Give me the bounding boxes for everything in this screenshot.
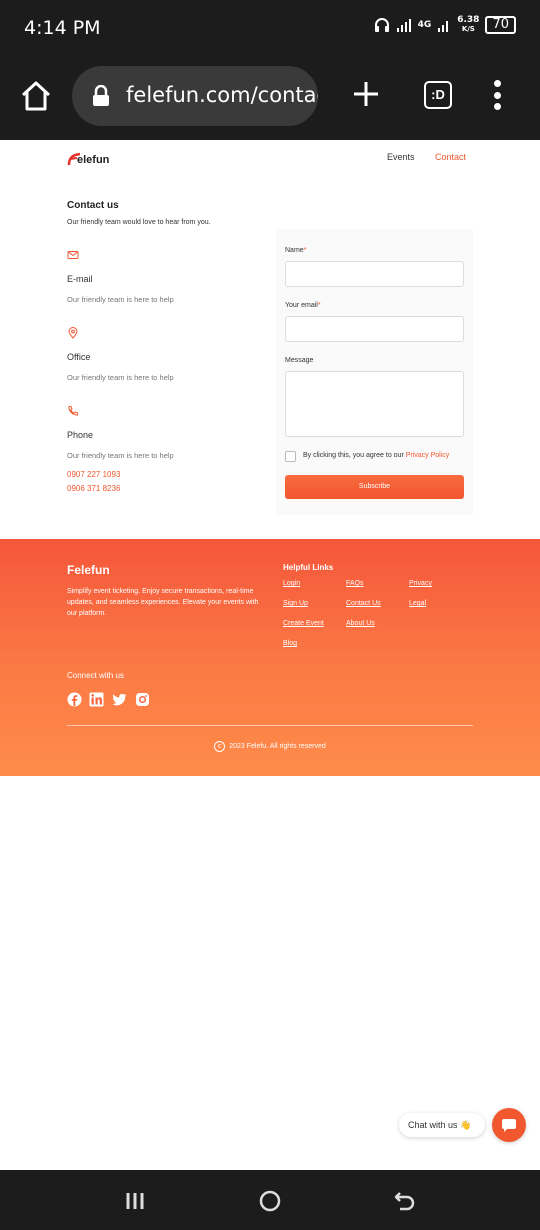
connect-title: Connect with us — [67, 671, 124, 680]
new-tab-icon[interactable] — [352, 80, 380, 108]
twitter-icon[interactable] — [112, 692, 127, 707]
office-title: Office — [67, 352, 91, 362]
lock-icon — [93, 85, 109, 106]
phone-icon — [68, 406, 78, 416]
phone-number-2[interactable]: 0906 371 8236 — [67, 484, 120, 493]
overflow-menu-icon[interactable] — [494, 80, 502, 110]
email-desc: Our friendly team is here to help — [67, 295, 174, 304]
footer-link-login[interactable]: Login — [283, 580, 300, 587]
footer-links-title: Helpful Links — [283, 563, 334, 572]
url-text: felefun.com/contac — [126, 83, 318, 107]
contact-title: Contact us — [67, 200, 119, 211]
email-label: Your email* — [285, 302, 321, 309]
tab-switcher-button[interactable]: :D — [424, 81, 452, 109]
message-textarea[interactable] — [285, 371, 464, 437]
footer-link-signup[interactable]: Sign Up — [283, 600, 308, 607]
status-time: 4:14 PM — [24, 17, 101, 39]
name-label: Name* — [285, 247, 307, 254]
footer-brand: Felefun — [67, 563, 110, 577]
battery-indicator: 70 — [485, 16, 516, 34]
network-type: 4G — [417, 19, 432, 30]
agree-text: By clicking this, you agree to our Priva… — [303, 452, 450, 459]
subscribe-button[interactable]: Subscribe — [285, 475, 464, 499]
email-input[interactable] — [285, 316, 464, 342]
home-nav-icon[interactable] — [257, 1188, 283, 1214]
footer-link-legal[interactable]: Legal — [409, 600, 426, 607]
status-icons: 4G 6.38 K/S 70 — [374, 16, 516, 34]
footer-divider — [67, 725, 473, 726]
name-input[interactable] — [285, 261, 464, 287]
instagram-icon[interactable] — [135, 692, 150, 707]
chat-label[interactable]: Chat with us 👋 — [399, 1113, 485, 1137]
copyright-icon: c — [214, 741, 226, 752]
phone-desc: Our friendly team is here to help — [67, 451, 174, 460]
footer-link-contact-us[interactable]: Contact Us — [346, 600, 381, 607]
signal-icon-2 — [438, 21, 449, 32]
phone-title: Phone — [67, 430, 94, 440]
footer-description: Simplify event ticketing. Enjoy secure t… — [67, 588, 259, 617]
home-icon[interactable] — [18, 78, 54, 114]
felefun-logo[interactable]: elefun — [67, 148, 109, 166]
chat-bubble-icon — [502, 1119, 516, 1132]
privacy-policy-link[interactable]: Privacy Policy — [406, 452, 450, 459]
status-bar: 4:14 PM 4G 6.38 K/S 70 — [0, 0, 540, 54]
phone-number-1[interactable]: 0907 227 1093 — [67, 470, 120, 479]
signal-icon — [396, 19, 411, 32]
footer-link-blog[interactable]: Blog — [283, 640, 297, 647]
footer-link-faqs[interactable]: FAQs — [346, 580, 364, 587]
system-nav-bar — [0, 1170, 540, 1230]
agree-checkbox[interactable] — [285, 451, 296, 462]
nav-contact-link[interactable]: Contact — [435, 152, 466, 162]
back-icon[interactable] — [392, 1188, 418, 1214]
chat-button[interactable] — [492, 1108, 526, 1142]
contact-subtitle: Our friendly team would love to hear fro… — [67, 219, 211, 226]
facebook-icon[interactable] — [67, 692, 82, 707]
logo-text: elefun — [77, 154, 110, 166]
mail-icon — [67, 251, 79, 259]
address-bar[interactable]: felefun.com/contac — [72, 66, 318, 126]
footer-link-privacy[interactable]: Privacy — [409, 580, 432, 587]
footer: Felefun Simplify event ticketing. Enjoy … — [0, 539, 540, 776]
message-label: Message — [285, 357, 314, 364]
footer-link-create-event[interactable]: Create Event — [283, 620, 324, 627]
linkedin-icon[interactable] — [89, 692, 104, 707]
net-speed: 6.38 K/S — [457, 15, 480, 34]
browser-toolbar: felefun.com/contac :D — [0, 54, 540, 140]
recent-apps-icon[interactable] — [122, 1188, 148, 1214]
location-pin-icon — [68, 327, 78, 339]
email-title: E-mail — [67, 274, 93, 284]
office-desc: Our friendly team is here to help — [67, 373, 174, 382]
nav-events-link[interactable]: Events — [387, 152, 415, 162]
headphones-icon — [374, 18, 389, 32]
copyright: c 2023 Felefu. All rights reserved — [0, 741, 540, 752]
footer-link-about-us[interactable]: About Us — [346, 620, 375, 627]
